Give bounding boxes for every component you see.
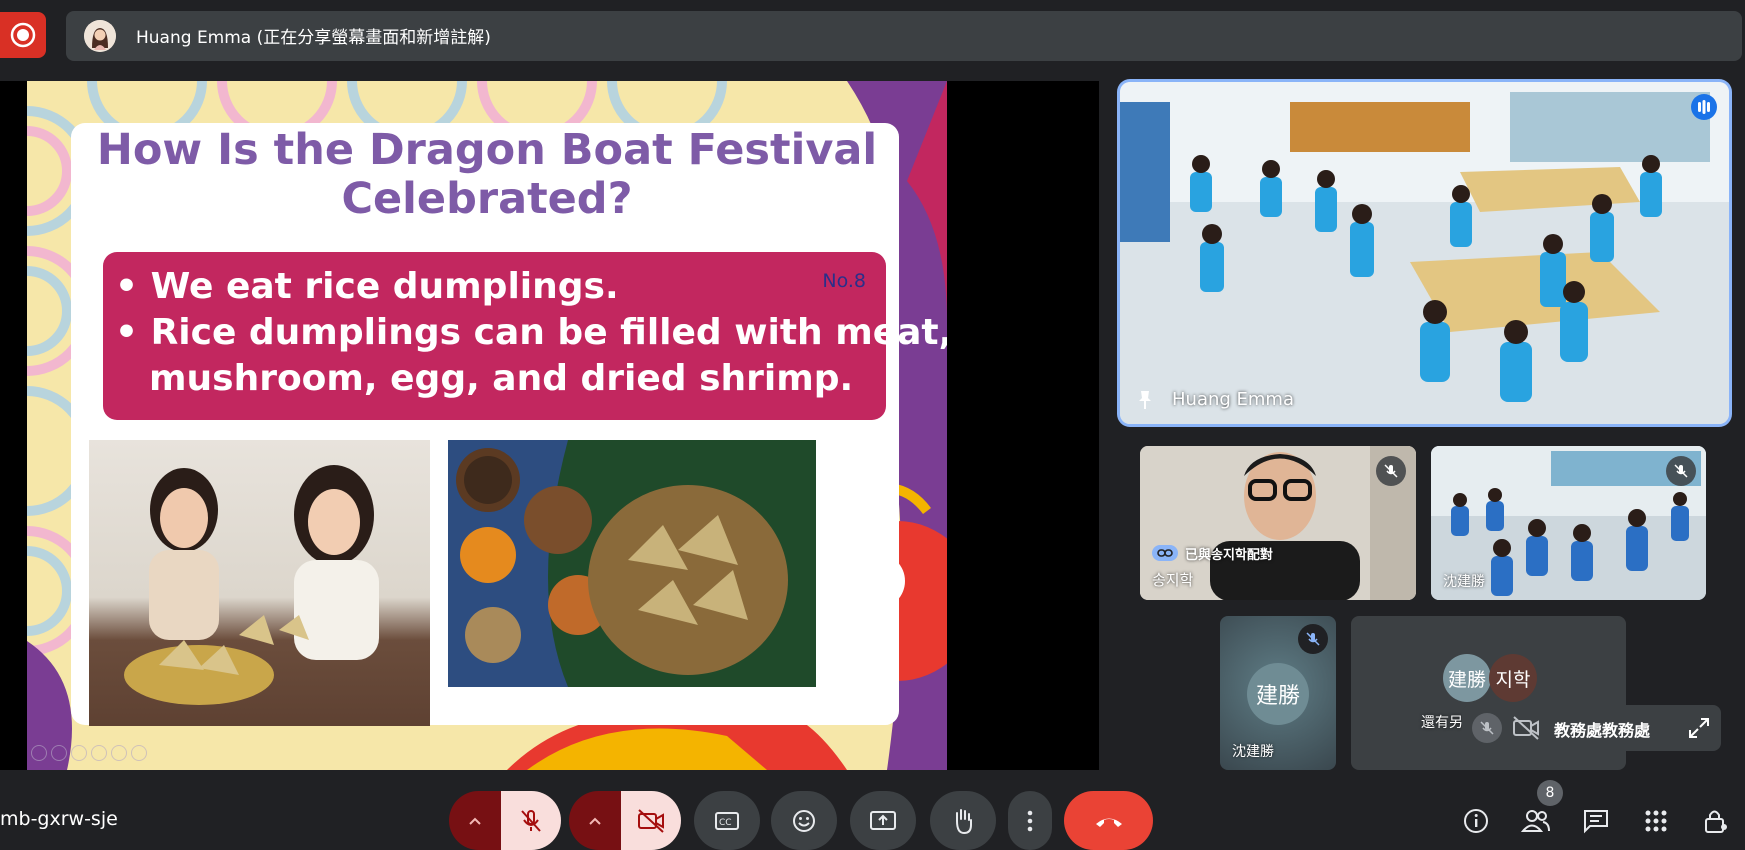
mic-off-icon[interactable] — [1472, 713, 1502, 743]
muted-mic-icon — [1376, 456, 1406, 486]
lock-person-icon — [1705, 810, 1727, 833]
camera-off-icon — [638, 808, 664, 833]
chevron-up-icon — [469, 817, 481, 825]
more-icon[interactable] — [131, 745, 147, 761]
leave-call-button[interactable] — [1064, 791, 1153, 850]
slide-number: No.8 — [822, 270, 866, 292]
speaking-indicator-icon — [1691, 94, 1717, 120]
bullet-text: Rice dumplings can be filled with meat, — [150, 312, 947, 353]
photo-girls-eating-dumplings — [89, 440, 430, 726]
slides-icon[interactable] — [91, 745, 107, 761]
presenter-avatar — [84, 20, 116, 52]
emoji-icon — [793, 809, 815, 832]
participant-tile[interactable]: 已與송지학配對 송지학 — [1140, 446, 1416, 600]
camera-toggle-button[interactable] — [621, 791, 681, 850]
hang-up-icon — [1095, 818, 1122, 827]
pin-icon[interactable] — [1136, 390, 1154, 414]
participant-tile[interactable]: 建勝 沈建勝 — [1220, 616, 1336, 770]
link-icon — [1152, 545, 1178, 561]
zoom-icon[interactable] — [111, 745, 127, 761]
reactions-button[interactable] — [771, 791, 837, 850]
bullet-mark: • — [115, 266, 139, 307]
prev-slide-icon[interactable] — [31, 745, 47, 761]
chat-button[interactable] — [1578, 803, 1614, 839]
bullet-item: • Rice dumplings can be filled with meat… — [115, 312, 947, 353]
slide-annotation-toolbar — [31, 745, 147, 761]
participant-avatar: 建勝 — [1443, 654, 1491, 702]
photo-rice-dumplings — [448, 440, 816, 687]
svg-text:CC: CC — [719, 818, 732, 828]
captions-icon: CC — [715, 811, 739, 830]
participant-tile[interactable]: 沈建勝 — [1431, 446, 1706, 600]
meeting-code: mb-gxrw-sje — [0, 808, 118, 830]
self-view-pill[interactable]: 教務處教務處 — [1462, 705, 1721, 751]
participant-name: Huang Emma — [1172, 389, 1295, 410]
others-label: 還有另 — [1421, 715, 1463, 731]
participant-name: 沈建勝 — [1443, 574, 1485, 590]
host-controls-button[interactable] — [1698, 803, 1734, 839]
people-button[interactable] — [1518, 803, 1554, 839]
bullet-text: We eat rice dumplings. — [150, 266, 619, 307]
slide-title-line: How Is the Dragon Boat Festival — [96, 125, 878, 175]
hand-icon — [956, 808, 972, 834]
presenter-title: Huang Emma (正在分享螢幕畫面和新增註解) — [136, 28, 491, 48]
slide-title-line: Celebrated? — [341, 174, 633, 224]
bullet-mark: • — [115, 312, 139, 353]
mic-toggle-button[interactable] — [501, 791, 561, 850]
apps-grid-icon — [1645, 810, 1667, 832]
participant-name: 沈建勝 — [1232, 744, 1274, 760]
paired-label: 已與송지학配對 — [1185, 548, 1273, 563]
camera-off-icon[interactable] — [1512, 715, 1540, 745]
present-screen-button[interactable] — [850, 791, 916, 850]
present-icon — [870, 810, 896, 830]
expand-icon[interactable] — [1688, 717, 1710, 743]
chat-icon — [1584, 810, 1608, 834]
participant-name: 송지학 — [1152, 571, 1194, 589]
bullet-box: No.8 • We eat rice dumplings. • Rice dum… — [103, 252, 947, 420]
self-name: 教務處教務處 — [1554, 721, 1651, 740]
more-options-button[interactable] — [1008, 791, 1052, 850]
mic-off-icon — [521, 809, 541, 832]
participant-tile-main[interactable]: Huang Emma — [1120, 82, 1729, 424]
raise-hand-button[interactable] — [930, 791, 996, 850]
record-icon — [10, 22, 36, 48]
recording-indicator[interactable] — [0, 12, 46, 58]
meeting-info-button[interactable] — [1458, 803, 1494, 839]
next-slide-icon[interactable] — [51, 745, 67, 761]
activities-button[interactable] — [1638, 803, 1674, 839]
bullet-text: mushroom, egg, and dried shrimp. — [149, 358, 854, 399]
audio-options-button[interactable] — [449, 791, 501, 850]
pen-icon[interactable] — [71, 745, 87, 761]
more-vert-icon — [1027, 810, 1033, 831]
bullet-item: mushroom, egg, and dried shrimp. — [149, 358, 853, 399]
people-icon — [1521, 810, 1550, 832]
participant-avatar: 지학 — [1489, 654, 1537, 702]
muted-mic-icon — [1666, 456, 1696, 486]
bullet-item: • We eat rice dumplings. — [115, 266, 619, 307]
slide-title: How Is the Dragon Boat Festival Celebrat… — [87, 126, 887, 224]
classroom-video — [1120, 82, 1729, 424]
video-options-button[interactable] — [569, 791, 621, 850]
chevron-up-icon — [589, 817, 601, 825]
shared-slide[interactable]: How Is the Dragon Boat Festival Celebrat… — [27, 81, 947, 770]
info-icon — [1464, 809, 1488, 833]
muted-mic-icon — [1298, 624, 1328, 654]
people-count-badge: 8 — [1537, 780, 1563, 806]
participant-avatar: 建勝 — [1247, 663, 1309, 725]
captions-button[interactable]: CC — [694, 791, 760, 850]
